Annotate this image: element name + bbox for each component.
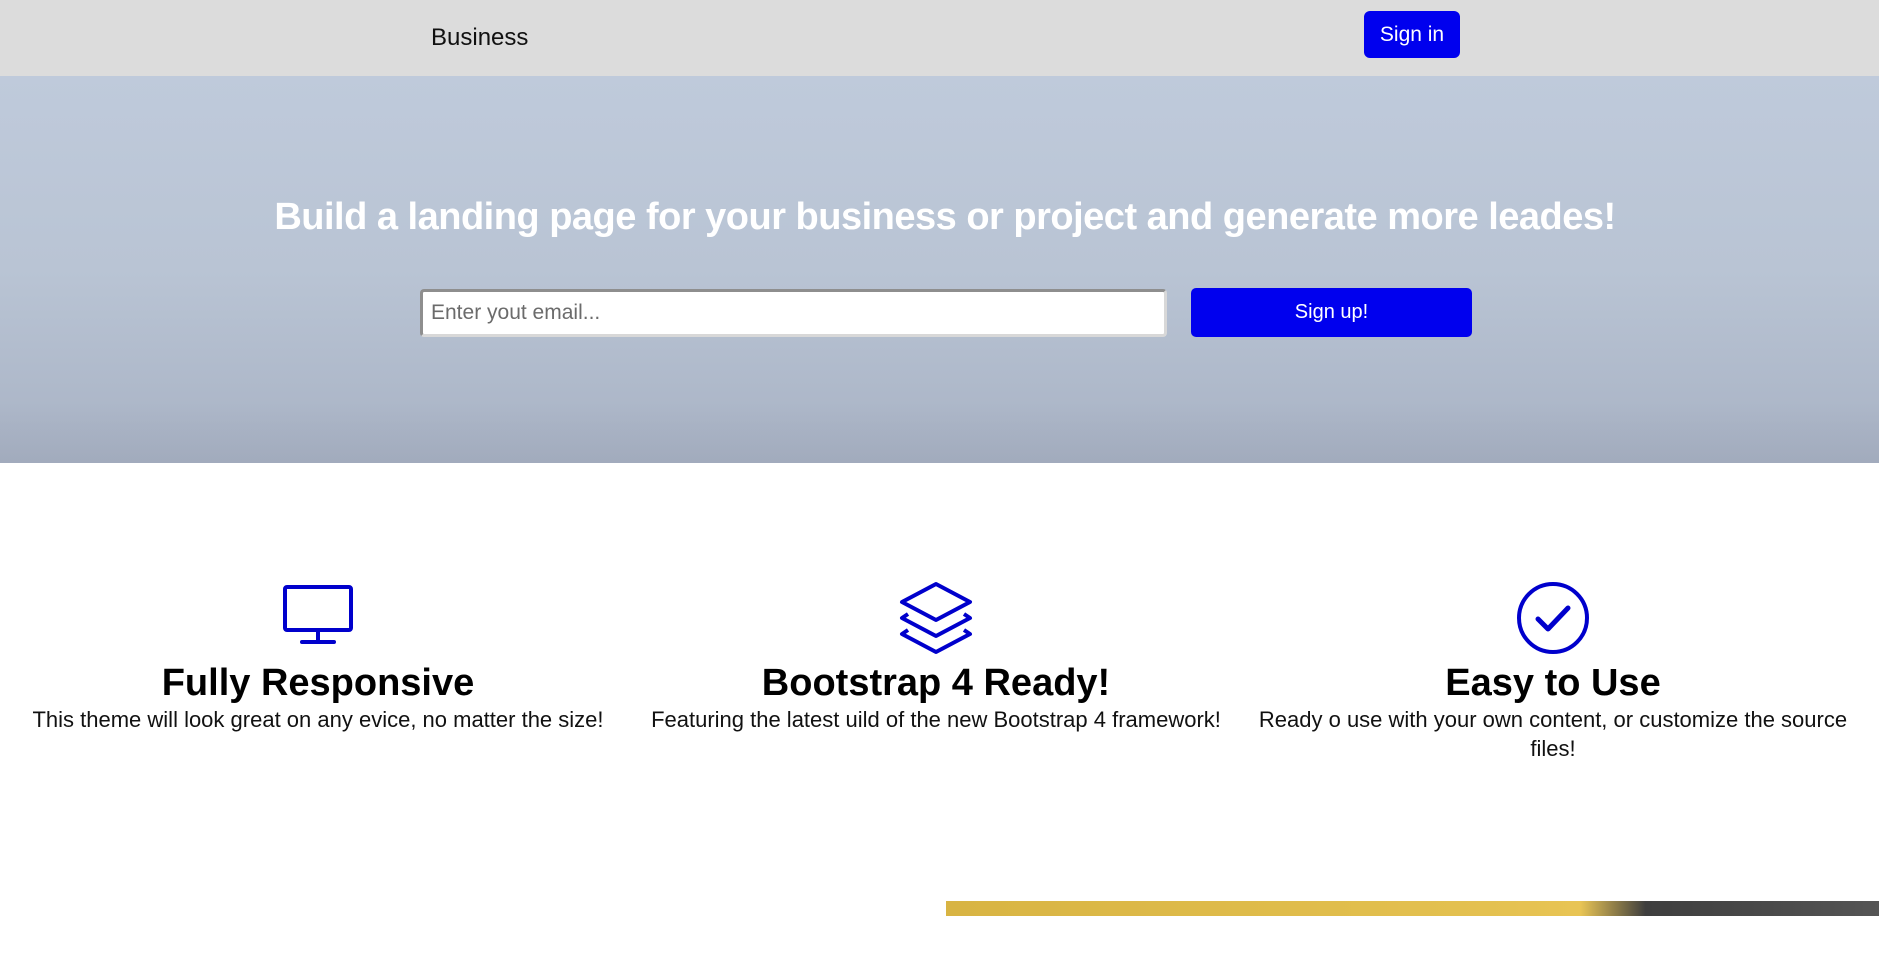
feature-title: Bootstrap 4 Ready! bbox=[761, 662, 1111, 704]
hero-section: Build a landing page for your business o… bbox=[0, 76, 1879, 463]
showcase-image bbox=[946, 901, 1879, 916]
sign-in-button[interactable]: Sign in bbox=[1364, 11, 1460, 58]
feature-easy: Easy to Use Ready o use with your own co… bbox=[1243, 580, 1863, 763]
feature-text: Featuring the latest uild of the new Boo… bbox=[651, 707, 1221, 732]
navbar: Business Sign in bbox=[0, 0, 1879, 76]
sign-up-button[interactable]: Sign up! bbox=[1191, 288, 1472, 337]
feature-bootstrap: Bootstrap 4 Ready! Featuring the latest … bbox=[626, 580, 1246, 734]
feature-text: Ready o use with your own content, or cu… bbox=[1258, 707, 1848, 761]
layers-icon bbox=[900, 582, 972, 654]
feature-title: Fully Responsive bbox=[161, 662, 475, 704]
brand-link[interactable]: Business bbox=[431, 24, 528, 52]
monitor-icon bbox=[283, 585, 353, 644]
feature-responsive: Fully Responsive This theme will look gr… bbox=[8, 580, 628, 734]
check-circle-icon bbox=[1517, 582, 1589, 654]
features-section: Fully Responsive This theme will look gr… bbox=[0, 580, 1879, 780]
hero-title: Build a landing page for your business o… bbox=[274, 196, 1616, 238]
feature-text: This theme will look great on any evice,… bbox=[32, 707, 604, 732]
email-input[interactable] bbox=[420, 289, 1167, 337]
feature-title: Easy to Use bbox=[1445, 662, 1661, 704]
